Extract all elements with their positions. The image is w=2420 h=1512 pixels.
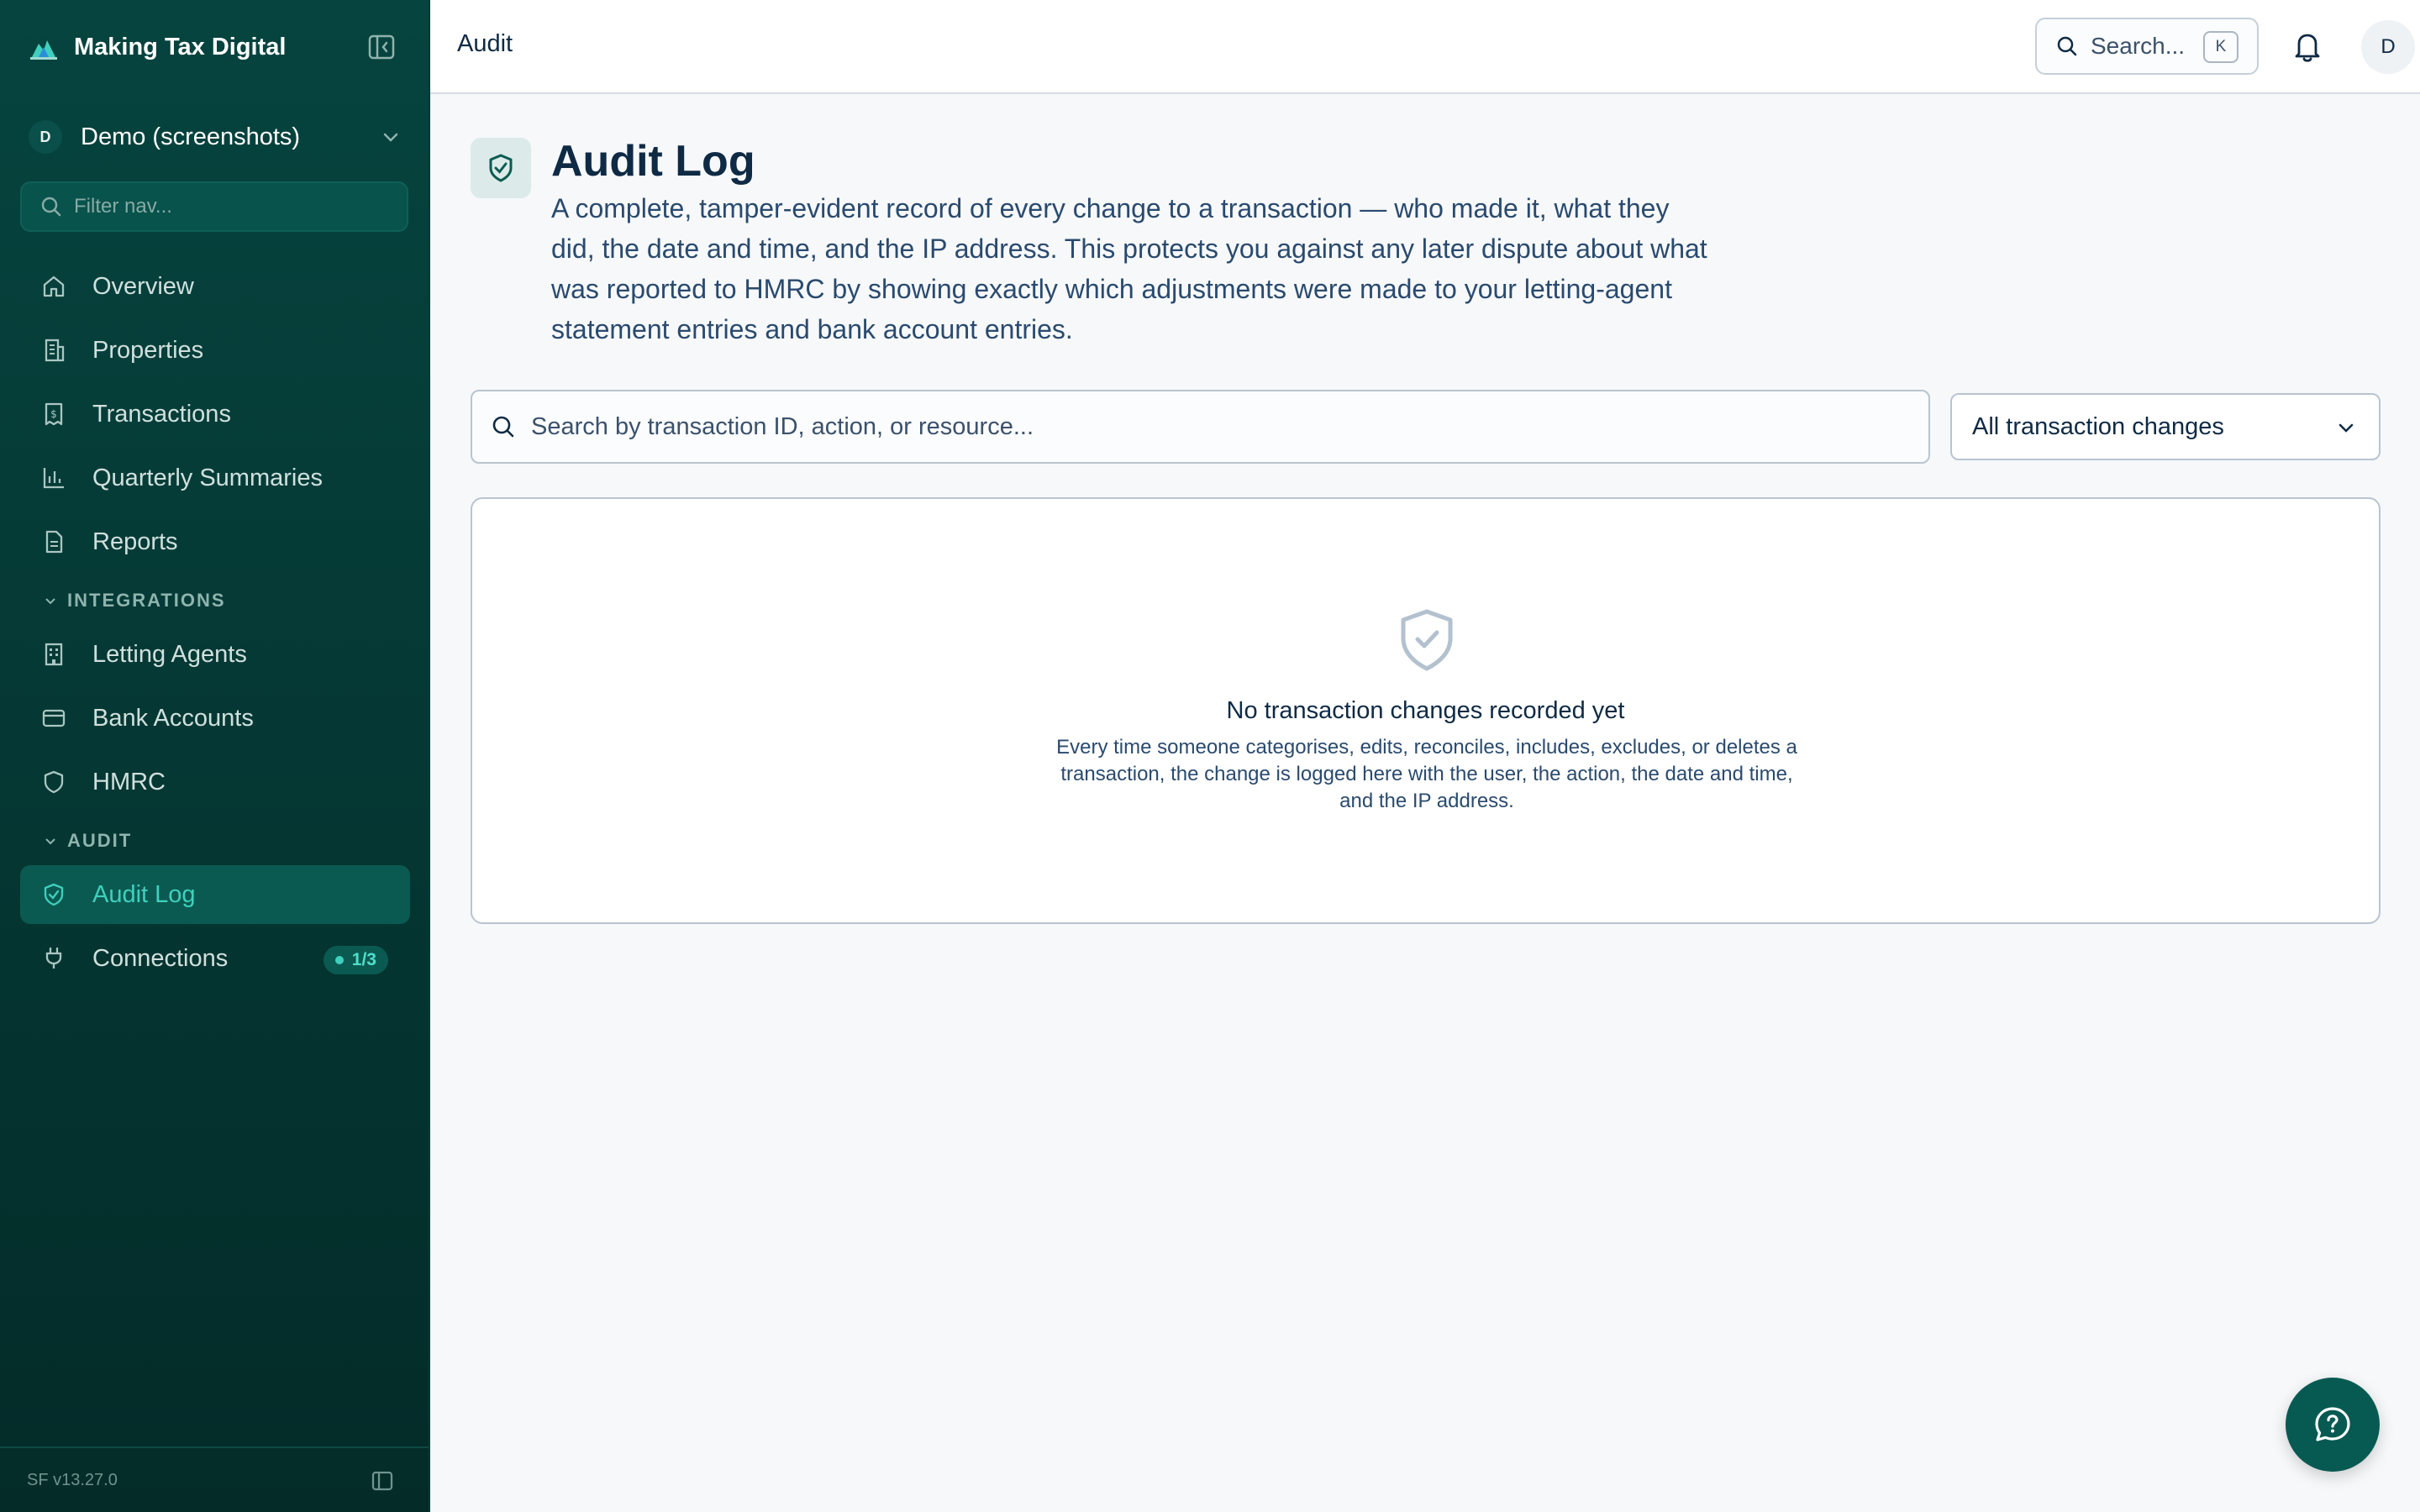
status-dot (334, 956, 344, 964)
sidebar: Making Tax Digital D Demo (screenshots) … (0, 0, 430, 1512)
page-title-icon (471, 138, 531, 198)
panel-toggle-icon[interactable] (370, 1468, 395, 1494)
keyboard-shortcut: K (2203, 31, 2238, 63)
collapse-sidebar-icon[interactable] (366, 32, 397, 62)
bar-chart-icon (43, 468, 64, 489)
office-building-icon (45, 643, 63, 666)
document-icon (45, 530, 63, 554)
sidebar-item-bank-accounts[interactable]: Bank Accounts (20, 689, 410, 748)
sidebar-item-label: Letting Agents (92, 640, 247, 668)
shield-check-icon (1401, 609, 1453, 671)
chevron-down-icon (2338, 423, 2354, 433)
shield-check-icon (489, 154, 513, 182)
sidebar-item-overview[interactable]: Overview (20, 257, 410, 316)
org-switcher[interactable]: D Demo (screenshots) (20, 118, 410, 156)
page-description: A complete, tamper-evident record of eve… (551, 193, 1707, 344)
transaction-filter-select[interactable]: All transaction changes (1950, 393, 2381, 460)
breadcrumb[interactable]: Audit (457, 30, 513, 58)
shield-check-icon (44, 883, 64, 906)
sidebar-item-letting-agents[interactable]: Letting Agents (20, 625, 410, 684)
sidebar-item-label: Transactions (92, 400, 231, 428)
selected-filter: All transaction changes (1972, 412, 2224, 440)
sidebar-item-transactions[interactable]: $ Transactions (20, 385, 410, 444)
bell-icon[interactable] (2291, 29, 2324, 64)
section-audit[interactable]: AUDIT (20, 816, 410, 865)
sidebar-item-label: HMRC (92, 768, 166, 795)
user-avatar[interactable]: D (2361, 20, 2415, 74)
filter-nav[interactable] (20, 181, 408, 232)
org-avatar: D (29, 120, 62, 154)
section-label: INTEGRATIONS (67, 590, 226, 611)
sidebar-footer: SF v13.27.0 (0, 1446, 429, 1512)
app-version: SF v13.27.0 (27, 1470, 118, 1489)
page-title: Audit Log (551, 137, 755, 186)
sidebar-item-properties[interactable]: Properties (20, 321, 410, 380)
credit-card-icon (42, 709, 66, 727)
search-icon (2057, 36, 2077, 56)
chevron-down-icon (383, 133, 398, 142)
sidebar-item-connections[interactable]: Connections 1/3 (20, 929, 410, 988)
brand[interactable]: Making Tax Digital (29, 27, 286, 67)
chevron-down-icon (45, 838, 55, 845)
receipt-icon: $ (45, 402, 63, 426)
empty-state-description: Every time someone categorises, edits, r… (1056, 736, 1797, 812)
sidebar-item-label: Overview (92, 272, 194, 300)
section-label: AUDIT (67, 830, 133, 851)
search-icon (41, 197, 61, 217)
section-integrations[interactable]: INTEGRATIONS (20, 576, 410, 625)
sidebar-item-label: Connections (92, 944, 229, 972)
chevron-down-icon (45, 598, 55, 605)
sidebar-item-label: Audit Log (92, 880, 196, 908)
connections-badge: 1/3 (323, 946, 388, 974)
help-chat-button[interactable] (2286, 1378, 2380, 1472)
sidebar-item-audit-log[interactable]: Audit Log (20, 865, 410, 924)
sidebar-item-quarterly-summaries[interactable]: Quarterly Summaries (20, 449, 410, 507)
app-title: Making Tax Digital (74, 33, 287, 60)
sidebar-item-hmrc[interactable]: HMRC (20, 753, 410, 811)
global-search-button[interactable]: Search... K (2035, 18, 2259, 75)
sidebar-item-label: Quarterly Summaries (92, 464, 323, 491)
logo-icon (30, 40, 57, 60)
org-name: Demo (screenshots) (81, 123, 301, 150)
help-chat-icon (2315, 1407, 2350, 1441)
sidebar-item-label: Reports (92, 528, 178, 555)
top-bar: Audit Search... K D (430, 0, 2420, 94)
audit-search[interactable] (471, 390, 1930, 464)
audit-search-input[interactable] (531, 412, 1876, 441)
sidebar-item-label: Properties (92, 336, 204, 364)
building-icon (45, 339, 65, 362)
empty-state-card: No transaction changes recorded yet Ever… (471, 497, 2381, 924)
sidebar-item-reports[interactable]: Reports (20, 512, 410, 571)
svg-text:$: $ (50, 408, 57, 420)
badge-count: 1/3 (351, 950, 376, 969)
sidebar-item-label: Bank Accounts (92, 704, 254, 732)
filter-nav-input[interactable] (74, 195, 376, 218)
shield-icon (44, 770, 64, 794)
plug-icon (45, 947, 62, 969)
global-search-label: Search... (2091, 33, 2186, 59)
empty-state-title: No transaction changes recorded yet (1226, 697, 1625, 724)
search-icon (492, 416, 514, 438)
home-icon (43, 276, 65, 297)
sidebar-nav: Overview Properties $ Transactions Quart… (20, 257, 410, 993)
